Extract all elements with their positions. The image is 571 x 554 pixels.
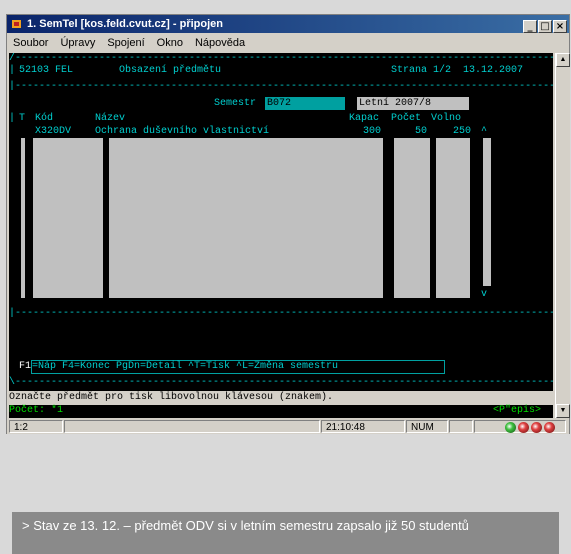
- row-kapac: 300: [363, 126, 382, 137]
- list-scroll-down-icon[interactable]: v: [481, 289, 487, 301]
- semestr-code-field[interactable]: B072: [265, 97, 345, 110]
- cursor-position: 1:2: [9, 420, 63, 433]
- row-pocet: 50: [415, 126, 428, 137]
- lamp-icon: [518, 421, 529, 433]
- prompt-line: Označte předmět pro tisk libovolnou kláv…: [9, 391, 553, 405]
- status-bar: 1:2 21:10:48 NUM: [7, 419, 569, 434]
- menu-spojeni[interactable]: Spojení: [107, 37, 144, 49]
- row-nazev: Ochrana duševního vlastnictví: [95, 126, 270, 137]
- bottom-border: \---------------------------------------…: [9, 377, 553, 388]
- menu-upravy[interactable]: Úpravy: [60, 37, 95, 49]
- row-kod: X320DV: [35, 126, 72, 137]
- minimize-button[interactable]: _: [523, 20, 537, 33]
- row-volno: 250: [453, 126, 472, 137]
- fkeys-f1[interactable]: F1: [19, 361, 31, 373]
- column-t-area: [21, 138, 25, 298]
- semestr-label: Semestr: [214, 98, 257, 109]
- terminal-screen[interactable]: /---------------------------------------…: [9, 53, 553, 418]
- col-header-kod: Kód: [35, 113, 54, 124]
- column-volno-area: [436, 138, 470, 298]
- lamp-icon: [531, 421, 542, 433]
- header-date: 13.12.2007: [463, 65, 524, 76]
- title-bar[interactable]: 1. SemTel [kos.feld.cvut.cz] - připojen …: [7, 15, 569, 33]
- app-icon: [12, 20, 21, 28]
- menu-bar: Soubor Úpravy Spojení Okno Nápověda: [7, 35, 251, 51]
- column-nazev-area: [109, 138, 383, 298]
- column-pocet-area: [394, 138, 430, 298]
- status-blank: [449, 420, 473, 433]
- maximize-button[interactable]: □: [538, 20, 552, 33]
- header-code: 52103 FEL: [19, 65, 74, 76]
- status-num: NUM: [406, 420, 448, 433]
- status-time: 21:10:48: [321, 420, 405, 433]
- window-title: 1. SemTel [kos.feld.cvut.cz] - připojen: [27, 18, 224, 30]
- list-scroll-up-icon[interactable]: ^: [481, 126, 487, 138]
- menu-napoveda[interactable]: Nápověda: [195, 37, 245, 49]
- status-lamps: [474, 420, 566, 433]
- col-header-volno: Volno: [431, 113, 462, 124]
- lamp-icon: [505, 421, 516, 433]
- status-empty: [64, 420, 320, 433]
- header-separator: |---------------------------------------…: [9, 81, 553, 92]
- semestr-name: Letní 2007/8: [357, 97, 469, 110]
- fkeys-help[interactable]: =Náp F4=Konec PgDn=Detail ^T=Tisk ^L=Změ…: [31, 360, 445, 374]
- terminal-window: 1. SemTel [kos.feld.cvut.cz] - připojen …: [6, 14, 570, 434]
- close-button[interactable]: ×: [553, 20, 567, 33]
- col-header-t: T: [19, 113, 26, 124]
- list-scrollbar[interactable]: [483, 138, 491, 286]
- mode-indicator: <P"epis>: [493, 405, 542, 416]
- lamp-icon: [544, 421, 555, 433]
- count-line: Počet: *1: [9, 405, 64, 416]
- col-header-kapac: Kapac: [349, 113, 380, 124]
- scroll-up-icon[interactable]: ▲: [556, 53, 570, 67]
- col-header-border: |: [9, 113, 16, 124]
- header-title: Obsazení předmětu: [119, 65, 222, 76]
- column-kod-area: [33, 138, 103, 298]
- col-header-nazev: Název: [95, 113, 126, 124]
- menu-okno[interactable]: Okno: [157, 37, 183, 49]
- caption: > Stav ze 13. 12. – předmět ODV si v let…: [12, 512, 559, 554]
- top-border: /---------------------------------------…: [9, 53, 553, 64]
- header-page: Strana 1/2: [391, 65, 452, 76]
- window-scrollbar[interactable]: ▲ ▼: [555, 53, 570, 418]
- scroll-down-icon[interactable]: ▼: [556, 404, 570, 418]
- menu-soubor[interactable]: Soubor: [13, 37, 48, 49]
- col-header-pocet: Počet: [391, 113, 422, 124]
- header-left-border: |: [9, 65, 16, 76]
- list-bottom-border: |---------------------------------------…: [9, 308, 553, 319]
